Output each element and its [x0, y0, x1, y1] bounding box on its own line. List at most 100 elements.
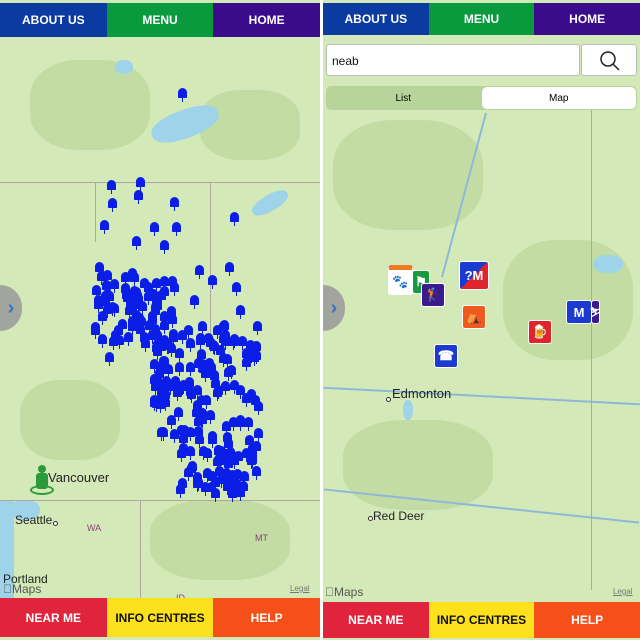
- location-pin-icon[interactable]: [193, 471, 203, 486]
- location-pin-icon[interactable]: [229, 336, 239, 351]
- location-pin-icon[interactable]: [150, 373, 160, 388]
- location-pin-icon[interactable]: [97, 311, 107, 326]
- search-button[interactable]: [581, 44, 637, 76]
- location-pin-icon[interactable]: [236, 384, 246, 399]
- location-pin-icon[interactable]: [108, 198, 117, 212]
- near-me-button[interactable]: NEAR ME: [323, 602, 429, 638]
- location-pin-icon[interactable]: [176, 448, 186, 463]
- location-pin-icon[interactable]: [222, 421, 232, 436]
- location-pin-icon[interactable]: [208, 430, 218, 445]
- location-pin-icon[interactable]: [207, 482, 217, 497]
- location-pin-icon[interactable]: [169, 429, 179, 444]
- location-pin-icon[interactable]: [136, 177, 145, 191]
- location-pin-icon[interactable]: [132, 236, 141, 250]
- location-pin-icon[interactable]: [136, 323, 146, 338]
- location-pin-icon[interactable]: [175, 484, 185, 499]
- location-pin-icon[interactable]: [206, 362, 216, 377]
- location-pin-icon[interactable]: [162, 339, 172, 354]
- location-pin-icon[interactable]: [101, 290, 111, 305]
- location-pin-icon[interactable]: [127, 290, 137, 305]
- location-pin-icon[interactable]: [151, 304, 161, 319]
- location-pin-icon[interactable]: [167, 275, 177, 290]
- about-us-button[interactable]: ABOUT US: [323, 3, 429, 35]
- location-pin-icon[interactable]: [148, 289, 158, 304]
- museum-info-icon[interactable]: ?M: [459, 261, 489, 290]
- location-pin-icon[interactable]: [193, 399, 203, 414]
- location-pin-icon[interactable]: [253, 401, 263, 416]
- location-pin-icon[interactable]: [185, 337, 195, 352]
- location-pin-icon[interactable]: [174, 361, 184, 376]
- location-pin-icon[interactable]: [202, 447, 212, 462]
- location-pin-icon[interactable]: [170, 197, 179, 211]
- phone-icon[interactable]: ☎: [434, 344, 458, 368]
- location-pin-icon[interactable]: [107, 180, 116, 194]
- map-tab[interactable]: Map: [481, 87, 636, 109]
- location-pin-icon[interactable]: [110, 330, 120, 345]
- location-pin-icon[interactable]: [175, 348, 185, 363]
- location-pin-icon[interactable]: [218, 353, 228, 367]
- location-pin-icon[interactable]: [225, 262, 234, 276]
- location-pin-icon[interactable]: [198, 359, 208, 374]
- location-pin-icon[interactable]: [164, 363, 174, 378]
- location-pin-icon[interactable]: [239, 471, 249, 486]
- location-pin-icon[interactable]: [243, 416, 253, 431]
- help-button[interactable]: HELP: [534, 602, 640, 638]
- location-pin-icon[interactable]: [248, 442, 258, 457]
- location-pin-icon[interactable]: [172, 222, 181, 236]
- location-pin-icon[interactable]: [194, 425, 204, 440]
- location-pin-icon[interactable]: [208, 275, 217, 289]
- beer-icon[interactable]: 🍺: [528, 320, 552, 344]
- location-pin-icon[interactable]: [150, 222, 159, 236]
- location-pin-icon[interactable]: [233, 451, 243, 466]
- location-pin-icon[interactable]: [178, 88, 187, 102]
- menu-button[interactable]: MENU: [428, 3, 535, 35]
- location-pin-icon[interactable]: [159, 285, 169, 300]
- legal-link[interactable]: Legal: [613, 587, 633, 596]
- location-pin-icon[interactable]: [160, 240, 169, 254]
- location-pin-icon[interactable]: [177, 329, 187, 344]
- campground-icon[interactable]: ⛺: [462, 305, 486, 329]
- museum-icon[interactable]: M: [566, 300, 592, 324]
- location-pin-icon[interactable]: [220, 380, 230, 395]
- legal-link[interactable]: Legal: [290, 584, 310, 593]
- location-pin-icon[interactable]: [174, 406, 184, 421]
- home-button[interactable]: HOME: [534, 3, 640, 35]
- info-centres-button[interactable]: INFO CENTRES: [106, 598, 214, 637]
- location-pin-icon[interactable]: [203, 468, 213, 483]
- map-view[interactable]: Vancouver Seattle WA MT ID Portland Map…: [0, 0, 320, 640]
- location-pin-icon[interactable]: [230, 212, 239, 226]
- location-pin-icon[interactable]: [124, 331, 134, 346]
- golf-icon[interactable]: 🏌: [421, 283, 445, 307]
- location-pin-icon[interactable]: [206, 336, 216, 351]
- location-pin-icon[interactable]: [134, 190, 143, 204]
- menu-button[interactable]: MENU: [106, 3, 214, 37]
- help-button[interactable]: HELP: [213, 598, 320, 637]
- location-pin-icon[interactable]: [219, 332, 229, 347]
- location-pin-icon[interactable]: [92, 284, 102, 299]
- near-me-button[interactable]: NEAR ME: [0, 598, 107, 637]
- location-pin-icon[interactable]: [159, 426, 169, 441]
- info-centres-button[interactable]: INFO CENTRES: [428, 602, 535, 638]
- location-pin-icon[interactable]: [252, 320, 262, 335]
- location-pin-icon[interactable]: [151, 323, 161, 338]
- location-pin-icon[interactable]: [246, 339, 256, 354]
- wildlife-icon[interactable]: 🐾: [388, 265, 413, 295]
- location-pin-icon[interactable]: [98, 334, 108, 349]
- list-tab[interactable]: List: [326, 86, 481, 110]
- location-pin-icon[interactable]: [215, 465, 225, 480]
- location-pin-icon[interactable]: [236, 417, 246, 432]
- location-pin-icon[interactable]: [100, 220, 109, 234]
- location-pin-icon[interactable]: [229, 484, 239, 499]
- location-pin-icon[interactable]: [232, 282, 241, 296]
- home-button[interactable]: HOME: [213, 3, 320, 37]
- location-pin-icon[interactable]: [168, 313, 178, 328]
- location-pin-icon[interactable]: [151, 398, 161, 413]
- location-pin-icon[interactable]: [195, 265, 204, 279]
- location-pin-icon[interactable]: [170, 376, 180, 391]
- location-pin-icon[interactable]: [140, 338, 150, 353]
- location-pin-icon[interactable]: [139, 278, 149, 293]
- location-pin-icon[interactable]: [105, 352, 114, 366]
- location-pin-icon[interactable]: [190, 295, 199, 309]
- location-pin-icon[interactable]: [214, 445, 224, 460]
- about-us-button[interactable]: ABOUT US: [0, 3, 107, 37]
